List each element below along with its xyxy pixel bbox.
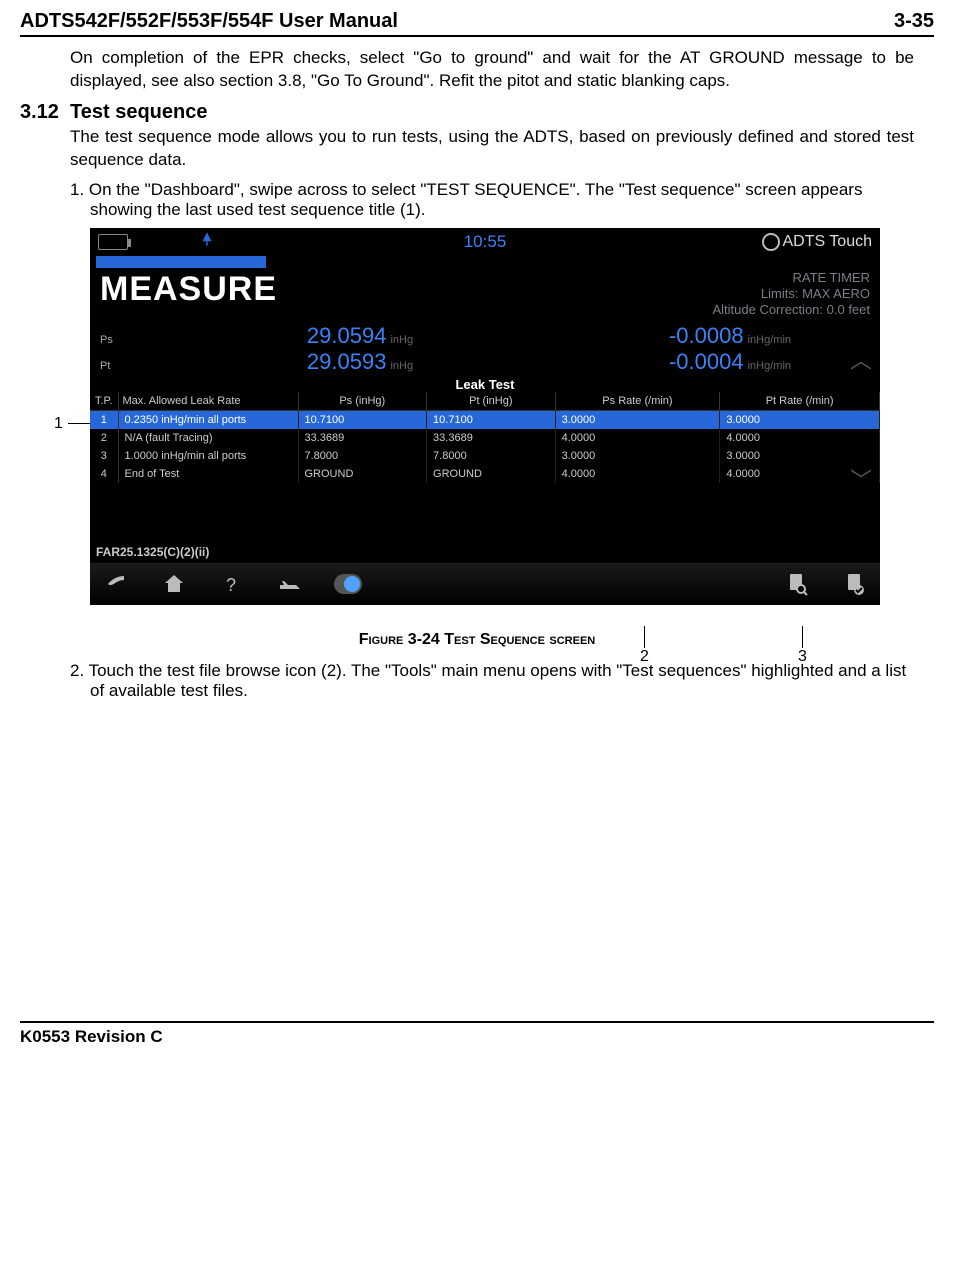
callout-3-line <box>802 626 803 648</box>
table-row[interactable]: 2N/A (fault Tracing)33.368933.36894.0000… <box>90 429 880 447</box>
scroll-down-icon[interactable]: ﹀ <box>850 463 872 495</box>
wifi-icon <box>198 230 216 253</box>
limits-label: Limits: MAX AERO <box>761 286 870 302</box>
table-cell: GROUND <box>427 465 556 483</box>
th-pt-rate: Pt Rate (/min) <box>720 392 880 411</box>
table-header-row: T.P. Max. Allowed Leak Rate Ps (inHg) Pt… <box>90 392 880 411</box>
ps-value: 29.0594 <box>307 323 387 348</box>
figure-caption: Figure 3-24 Test Sequence screen <box>20 631 934 649</box>
table-cell: 3.0000 <box>555 447 720 465</box>
table-cell: 4.0000 <box>555 465 720 483</box>
status-bar: 10:55 ADTS Touch <box>90 228 880 256</box>
table-cell: 3 <box>90 447 118 465</box>
table-cell: 1.0000 inHg/min all ports <box>118 447 298 465</box>
ps-rate-unit: inHg/min <box>748 334 791 346</box>
table-row[interactable]: 10.2350 inHg/min all ports10.710010.7100… <box>90 410 880 429</box>
table-cell: 1 <box>90 410 118 429</box>
svg-text:?: ? <box>226 575 236 595</box>
table-cell: GROUND <box>298 465 427 483</box>
pt-rate: -0.0004 <box>669 349 744 374</box>
scroll-up-icon[interactable]: ︿ <box>850 343 872 375</box>
help-icon[interactable]: ? <box>218 570 246 598</box>
callout-2: 2 <box>640 648 649 666</box>
table-cell: 4 <box>90 465 118 483</box>
leak-test-table: T.P. Max. Allowed Leak Rate Ps (inHg) Pt… <box>90 392 880 483</box>
step-1: 1. On the "Dashboard", swipe across to s… <box>70 180 914 220</box>
section-title: Test sequence <box>70 101 207 123</box>
rate-timer-label[interactable]: RATE TIMER <box>792 270 870 286</box>
page-number: 3-35 <box>894 10 934 33</box>
th-ps: Ps (inHg) <box>298 392 427 411</box>
pt-unit: inHg <box>390 360 413 372</box>
step-2: 2. Touch the test file browse icon (2). … <box>70 661 914 701</box>
mode-toggle[interactable] <box>334 570 362 598</box>
bottom-toolbar: ? <box>90 563 880 605</box>
table-cell: 33.3689 <box>427 429 556 447</box>
table-title: Leak Test <box>90 375 880 392</box>
callout-1: 1 <box>54 415 63 433</box>
table-row[interactable]: 4End of TestGROUNDGROUND4.00004.0000 <box>90 465 880 483</box>
adts-touch-screen: 10:55 ADTS Touch MEASURE RATE TIMER Limi… <box>90 228 880 605</box>
pt-rate-unit: inHg/min <box>748 360 791 372</box>
back-icon[interactable] <box>102 570 130 598</box>
clock: 10:55 <box>464 232 507 252</box>
aircraft-status-icon[interactable] <box>276 570 304 598</box>
pt-label: Pt <box>100 360 130 372</box>
epr-completion-paragraph: On completion of the EPR checks, select … <box>70 47 914 93</box>
table-cell: 3.0000 <box>720 410 880 429</box>
section-intro: The test sequence mode allows you to run… <box>70 126 914 172</box>
brand-label: ADTS Touch <box>782 233 872 251</box>
measure-title: MEASURE <box>90 268 287 311</box>
ps-label: Ps <box>100 334 130 346</box>
battery-icon <box>98 234 128 250</box>
ge-logo <box>762 233 780 251</box>
far-reference: FAR25.1325(C)(2)(ii) <box>96 545 209 559</box>
table-cell: 10.7100 <box>298 410 427 429</box>
th-desc: Max. Allowed Leak Rate <box>118 392 298 411</box>
table-cell: 2 <box>90 429 118 447</box>
table-cell: 0.2350 inHg/min all ports <box>118 410 298 429</box>
th-pt: Pt (inHg) <box>427 392 556 411</box>
pt-reading-row[interactable]: Pt 29.0593inHg -0.0004 inHg/min <box>90 349 880 375</box>
home-icon[interactable] <box>160 570 188 598</box>
table-cell: End of Test <box>118 465 298 483</box>
progress-bar <box>96 256 266 268</box>
table-cell: 4.0000 <box>555 429 720 447</box>
table-cell: 33.3689 <box>298 429 427 447</box>
table-cell: 7.8000 <box>427 447 556 465</box>
table-row[interactable]: 31.0000 inHg/min all ports7.80007.80003.… <box>90 447 880 465</box>
callout-2-line <box>644 626 645 648</box>
table-cell: 10.7100 <box>427 410 556 429</box>
section-number: 3.12 <box>20 101 70 124</box>
ps-reading-row[interactable]: Ps 29.0594inHg -0.0008 inHg/min <box>90 323 880 349</box>
table-cell: 7.8000 <box>298 447 427 465</box>
figure-3-24: 1 2 3 10:55 ADTS Touch MEASURE RATE TIME… <box>90 228 910 605</box>
ps-rate: -0.0008 <box>669 323 744 348</box>
test-run-icon[interactable] <box>840 570 868 598</box>
th-tp: T.P. <box>90 392 118 411</box>
test-file-browse-icon[interactable] <box>782 570 810 598</box>
alt-correction-label: Altitude Correction: 0.0 feet <box>712 302 870 318</box>
pt-value: 29.0593 <box>307 349 387 374</box>
th-ps-rate: Ps Rate (/min) <box>555 392 720 411</box>
doc-title: ADTS542F/552F/553F/554F User Manual <box>20 10 398 33</box>
table-cell: 4.0000 <box>720 429 880 447</box>
page-footer: K0553 Revision C <box>20 1021 934 1047</box>
ps-unit: inHg <box>390 334 413 346</box>
table-cell: N/A (fault Tracing) <box>118 429 298 447</box>
table-cell: 3.0000 <box>555 410 720 429</box>
callout-3: 3 <box>798 648 807 666</box>
